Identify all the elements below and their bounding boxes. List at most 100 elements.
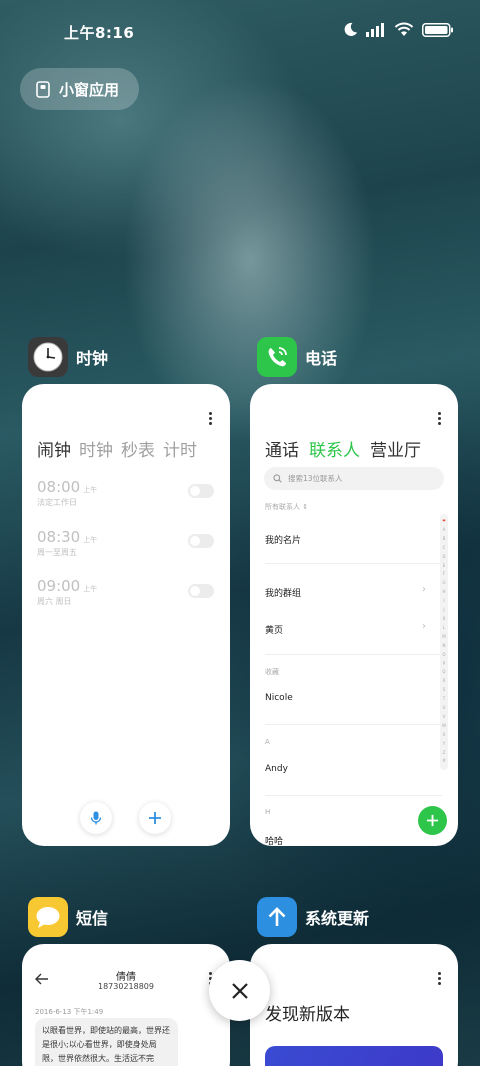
index-letter[interactable]: T (443, 695, 445, 704)
contact-item[interactable]: Andy (265, 764, 288, 774)
index-letter[interactable]: N (443, 642, 446, 651)
my-card-item[interactable]: 我的名片 (265, 533, 301, 546)
index-letter[interactable]: V (443, 713, 446, 722)
update-app-icon (257, 897, 297, 937)
phone-tabs: 通话 联系人 营业厅 (265, 436, 421, 461)
yellow-pages-item[interactable]: 黄页 (265, 623, 283, 636)
my-groups-item[interactable]: 我的群组 (265, 586, 301, 599)
index-letter[interactable]: Q (442, 668, 445, 677)
search-icon (273, 474, 282, 483)
index-letter[interactable]: I (443, 597, 444, 606)
index-letter[interactable]: H (442, 588, 445, 597)
index-letter[interactable]: E (443, 562, 446, 571)
favorites-label: 收藏 (265, 668, 279, 676)
index-letter[interactable]: D (442, 553, 445, 562)
alarm-ampm: 上午 (83, 536, 98, 544)
index-letter[interactable]: L (443, 624, 445, 633)
more-options-icon[interactable] (438, 972, 442, 987)
index-letter[interactable]: C (443, 544, 446, 553)
moon-icon (344, 22, 358, 36)
sms-timestamp: 2016-6-13 下午1:49 (35, 1008, 104, 1016)
sms-app-header[interactable]: 短信 (28, 897, 108, 937)
tab-alarm[interactable]: 闹钟 (37, 436, 71, 461)
tab-service-hall[interactable]: 营业厅 (370, 436, 421, 461)
index-letter[interactable]: G (442, 579, 445, 588)
index-letter[interactable]: B (443, 535, 446, 544)
index-letter[interactable]: # (442, 757, 445, 766)
index-letter[interactable]: J (443, 606, 444, 615)
plus-icon (426, 814, 439, 827)
small-window-apps-button[interactable]: 小窗应用 (20, 68, 139, 110)
contact-item[interactable]: 哈哈 (265, 834, 283, 846)
phone-app-header[interactable]: 电话 (257, 337, 337, 377)
section-letter: H (265, 808, 271, 816)
battery-icon (422, 22, 453, 37)
divider (265, 654, 442, 655)
alarm-toggle[interactable] (188, 534, 214, 548)
microphone-icon (90, 811, 102, 825)
search-placeholder: 搜索13位联系人 (288, 474, 343, 483)
index-letter[interactable]: Z (443, 749, 446, 758)
more-options-icon[interactable] (209, 412, 213, 427)
update-title: 发现新版本 (265, 1005, 350, 1025)
update-app-header[interactable]: 系统更新 (257, 897, 369, 937)
index-letter[interactable]: P (443, 660, 445, 669)
tab-stopwatch[interactable]: 秒表 (121, 436, 155, 461)
index-letter[interactable]: ❤ (442, 517, 445, 526)
section-letter: A (265, 738, 270, 746)
alarm-repeat: 周六 周日 (37, 597, 72, 606)
chevron-right-icon: › (422, 584, 426, 595)
update-banner (265, 1046, 443, 1066)
small-window-icon (36, 80, 50, 98)
update-app-name: 系统更新 (305, 909, 370, 928)
status-time: 上午8:16 (64, 24, 135, 42)
clock-app-name: 时钟 (76, 349, 109, 368)
more-options-icon[interactable] (438, 412, 442, 427)
index-letter[interactable]: Y (443, 740, 445, 749)
add-contact-button[interactable] (418, 806, 447, 835)
index-letter[interactable]: U (443, 704, 446, 713)
voice-alarm-button[interactable] (80, 802, 112, 834)
tab-clock[interactable]: 时钟 (79, 436, 113, 461)
index-letter[interactable]: A (443, 526, 446, 535)
clock-app-card[interactable]: 闹钟 时钟 秒表 计时 08:00 上午 法定工作日 08:30 上午 周一至周五 … (22, 384, 230, 846)
status-icons (343, 22, 454, 37)
clear-all-button[interactable] (209, 960, 270, 1021)
contacts-search-input[interactable]: 搜索13位联系人 (264, 467, 444, 490)
wifi-icon (394, 22, 414, 36)
clock-app-header[interactable]: 时钟 (28, 337, 108, 377)
index-letter[interactable]: F (443, 570, 445, 579)
alarm-repeat: 周一至周五 (37, 548, 77, 557)
contact-item[interactable]: Nicole (265, 693, 293, 703)
alarm-toggle[interactable] (188, 584, 214, 598)
sms-contact-name: 倩倩 (116, 972, 136, 983)
phone-app-card[interactable]: 通话 联系人 营业厅 搜索13位联系人 所有联系人 ⇕ 我的名片 我的群组 › … (250, 384, 458, 846)
divider (265, 724, 442, 725)
alarm-ampm: 上午 (83, 486, 98, 494)
index-letter[interactable]: S (443, 686, 446, 695)
add-alarm-button[interactable] (139, 802, 171, 834)
sms-contact-number: 18730218809 (98, 982, 154, 991)
clock-tabs: 闹钟 时钟 秒表 计时 (37, 436, 197, 461)
plus-icon (149, 812, 161, 824)
index-letter[interactable]: W (442, 722, 446, 731)
sms-app-card[interactable]: 倩倩 18730218809 2016-6-13 下午1:49 以眼看世界，即使… (22, 944, 230, 1066)
sms-message-bubble: 以眼看世界，即使站的最高，世界还是很小;以心看世界，即使身处局限，世界依然很大。… (35, 1018, 178, 1066)
index-letter[interactable]: K (443, 615, 446, 624)
alphabet-index[interactable]: ❤ A B C D E F G H I J K L M N O P Q R S T U V W X Y Z # (440, 514, 448, 770)
index-letter[interactable]: R (443, 677, 446, 686)
alarm-toggle[interactable] (188, 484, 214, 498)
tab-timer[interactable]: 计时 (163, 436, 197, 461)
close-icon (231, 982, 248, 999)
update-app-card[interactable]: 发现新版本 (250, 944, 458, 1066)
alarm-time: 08:30 (37, 528, 81, 546)
divider (265, 795, 442, 796)
contacts-filter[interactable]: 所有联系人 ⇕ (265, 502, 308, 512)
index-letter[interactable]: X (443, 731, 446, 740)
tab-calls[interactable]: 通话 (265, 436, 299, 461)
tab-contacts[interactable]: 联系人 (309, 436, 360, 461)
alarm-ampm: 上午 (83, 585, 98, 593)
index-letter[interactable]: O (442, 651, 445, 660)
sms-app-name: 短信 (76, 909, 109, 928)
index-letter[interactable]: M (442, 633, 445, 642)
